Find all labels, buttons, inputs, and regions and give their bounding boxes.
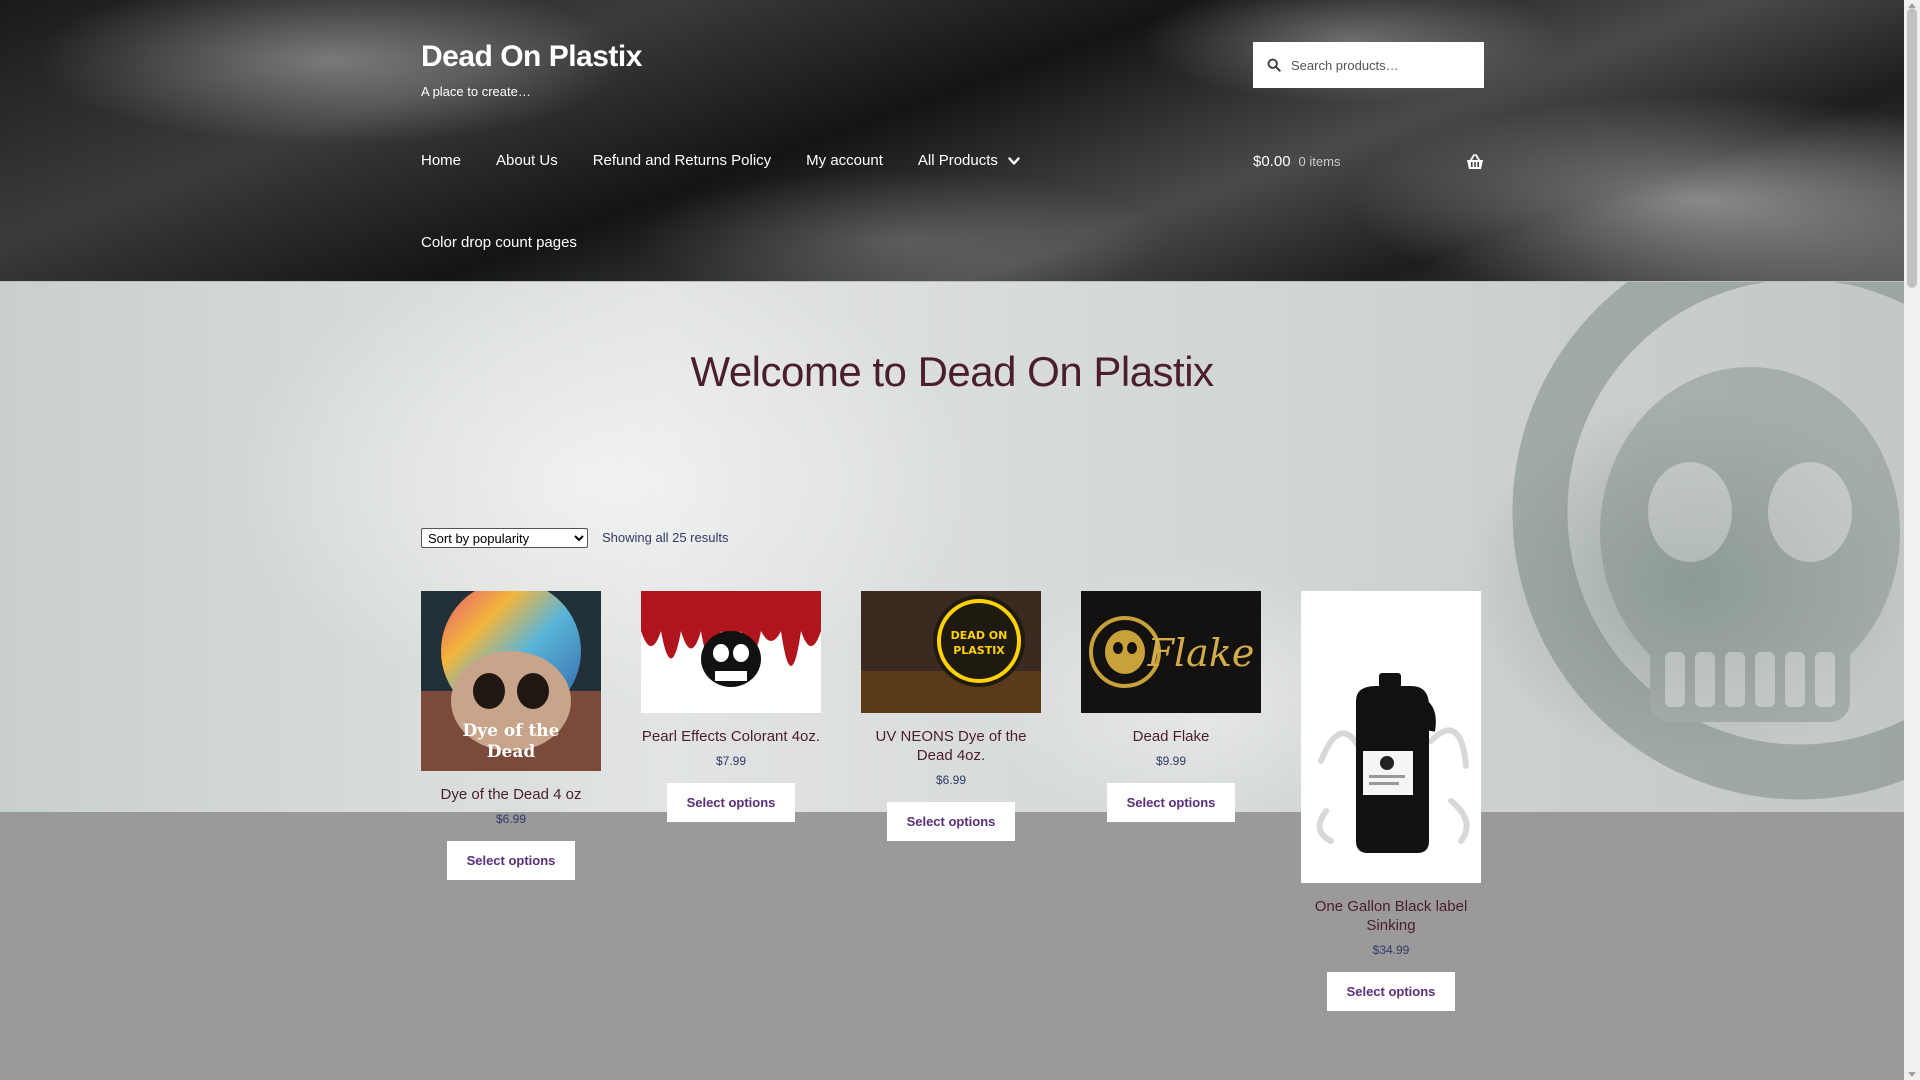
nav-all-products[interactable]: All Products [918,152,1020,169]
product-image-text: Flake [1147,631,1255,675]
select-options-button[interactable]: Select options [1326,972,1456,1011]
site-title[interactable]: Dead On Plastix [421,40,642,74]
product-image[interactable] [1301,591,1481,883]
cart-total: $0.00 [1253,153,1291,170]
product-name[interactable]: Dead Flake [1081,727,1261,746]
select-options-button[interactable]: Select options [1106,783,1236,822]
cart-summary[interactable]: $0.00 0 items [1253,153,1484,170]
product-name[interactable]: UV NEONS Dye of the Dead 4oz. [861,727,1041,765]
site-header: Dead On Plastix A place to create… Home … [0,0,1904,282]
page-title: Welcome to Dead On Plastix [690,348,1214,395]
product-name[interactable]: One Gallon Black label Sinking [1301,897,1481,935]
select-options-button[interactable]: Select options [446,841,576,880]
product-image-text: DEAD ON [951,629,1008,642]
product-image-text: Dye of the [463,721,560,741]
nav-my-account[interactable]: My account [806,152,883,169]
product-name[interactable]: Pearl Effects Colorant 4oz. [641,727,821,746]
scrollbar-thumb[interactable] [1907,8,1917,288]
product-image[interactable]: Dye of the Dead [421,591,601,771]
cart-item-count: 0 items [1298,154,1341,169]
scroll-down-arrow-icon[interactable] [1908,1072,1916,1077]
product-image[interactable] [641,591,821,713]
nav-about-us[interactable]: About Us [496,152,558,169]
nav-all-products-label: All Products [917,152,998,169]
select-options-button[interactable]: Select options [886,802,1016,841]
product-image[interactable]: DEAD ON PLASTIX [861,591,1041,713]
product-price: $6.99 [935,773,967,787]
product-card: DEAD ON PLASTIX UV NEONS Dye of the Dead… [861,591,1041,841]
product-price: $7.99 [715,754,747,768]
select-options-button[interactable]: Select options [666,783,796,822]
search-input[interactable] [1289,56,1483,74]
nav-refund-policy[interactable]: Refund and Returns Policy [593,152,771,169]
search-icon [1267,58,1281,72]
product-card: Dye of the Dead Dye of the Dead 4 oz $6.… [421,591,601,880]
vertical-scrollbar[interactable] [1904,0,1920,1080]
product-price: $34.99 [1372,943,1410,957]
product-card: Flake Dead Flake $9.99 Select options [1081,591,1261,822]
nav-color-drop-count[interactable]: Color drop count pages [421,234,577,251]
chevron-down-icon[interactable] [1008,155,1020,167]
result-count: Showing all 25 results [602,530,729,545]
site-tagline: A place to create… [421,84,531,99]
main-nav: Home About Us Refund and Returns Policy … [421,152,1055,169]
nav-home[interactable]: Home [421,152,461,169]
product-price: $9.99 [1155,754,1187,768]
product-name[interactable]: Dye of the Dead 4 oz [421,785,601,804]
product-card: One Gallon Black label Sinking $34.99 Se… [1301,591,1481,1011]
product-price: $6.99 [495,812,527,826]
sort-select[interactable]: Sort by popularity [421,528,588,548]
product-image-text: PLASTIX [953,644,1005,657]
search-box[interactable] [1253,42,1484,88]
product-image-text: Dead [487,742,536,762]
shopping-basket-icon[interactable] [1466,153,1484,170]
product-card: Pearl Effects Colorant 4oz. $7.99 Select… [641,591,821,822]
product-image[interactable]: Flake [1081,591,1261,713]
